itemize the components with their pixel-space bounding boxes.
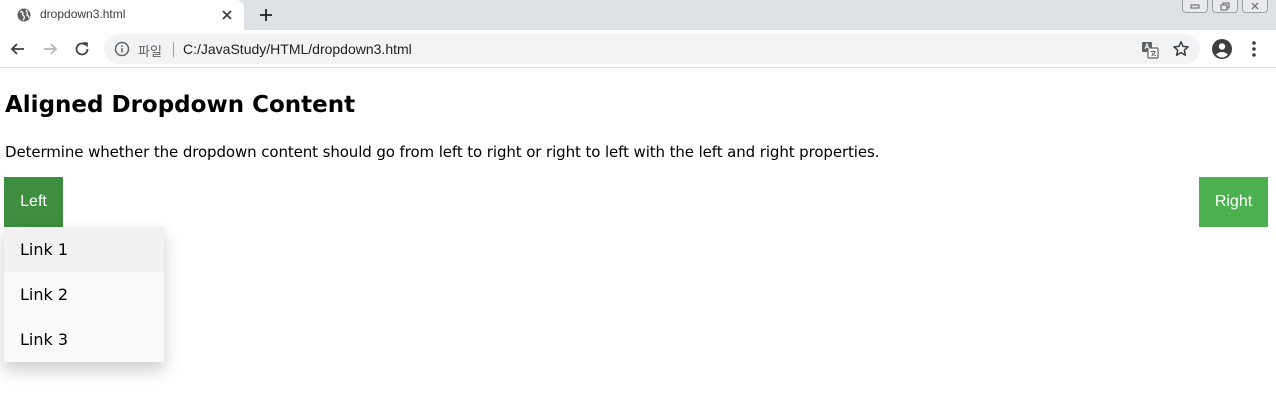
close-window-button[interactable]: [1242, 0, 1268, 13]
left-dropdown-menu: Link 1 Link 2 Link 3: [4, 227, 164, 362]
minimize-button[interactable]: [1182, 0, 1208, 13]
address-bar[interactable]: 파일 C:/JavaStudy/HTML/dropdown3.html: [104, 34, 1200, 64]
scheme-label: 파일: [138, 44, 162, 59]
restore-button[interactable]: [1212, 0, 1238, 13]
minimize-icon: [1190, 4, 1200, 9]
close-icon[interactable]: [218, 6, 236, 24]
more-menu-icon[interactable]: [1246, 39, 1262, 59]
dropdown-link-2[interactable]: Link 2: [4, 272, 164, 317]
globe-icon: [17, 8, 31, 22]
back-icon[interactable]: [8, 39, 28, 59]
dropdown-link-1[interactable]: Link 1: [4, 227, 164, 272]
tab-strip: dropdown3.html: [0, 0, 1276, 30]
page-description: Determine whether the dropdown content s…: [5, 143, 880, 161]
right-dropdown-button[interactable]: Right: [1199, 177, 1268, 227]
info-icon[interactable]: [114, 41, 130, 57]
browser-tab[interactable]: dropdown3.html: [0, 0, 244, 30]
page-title: Aligned Dropdown Content: [5, 92, 356, 118]
tab-title: dropdown3.html: [40, 7, 126, 21]
bookmark-star-icon[interactable]: [1172, 40, 1190, 58]
dropdown-link-3[interactable]: Link 3: [4, 317, 164, 362]
window-controls: [1182, 0, 1268, 13]
restore-icon: [1220, 2, 1230, 10]
url-separator: [173, 42, 174, 57]
close-window-icon: [1251, 2, 1259, 10]
url-text[interactable]: C:/JavaStudy/HTML/dropdown3.html: [183, 41, 412, 57]
reload-icon[interactable]: [72, 39, 92, 59]
left-dropdown-button[interactable]: Left: [4, 177, 63, 227]
browser-toolbar: 파일 C:/JavaStudy/HTML/dropdown3.html: [0, 30, 1276, 68]
profile-icon[interactable]: [1211, 38, 1233, 60]
new-tab-icon[interactable]: [255, 4, 277, 26]
forward-icon[interactable]: [40, 39, 60, 59]
translate-icon[interactable]: [1141, 41, 1159, 59]
